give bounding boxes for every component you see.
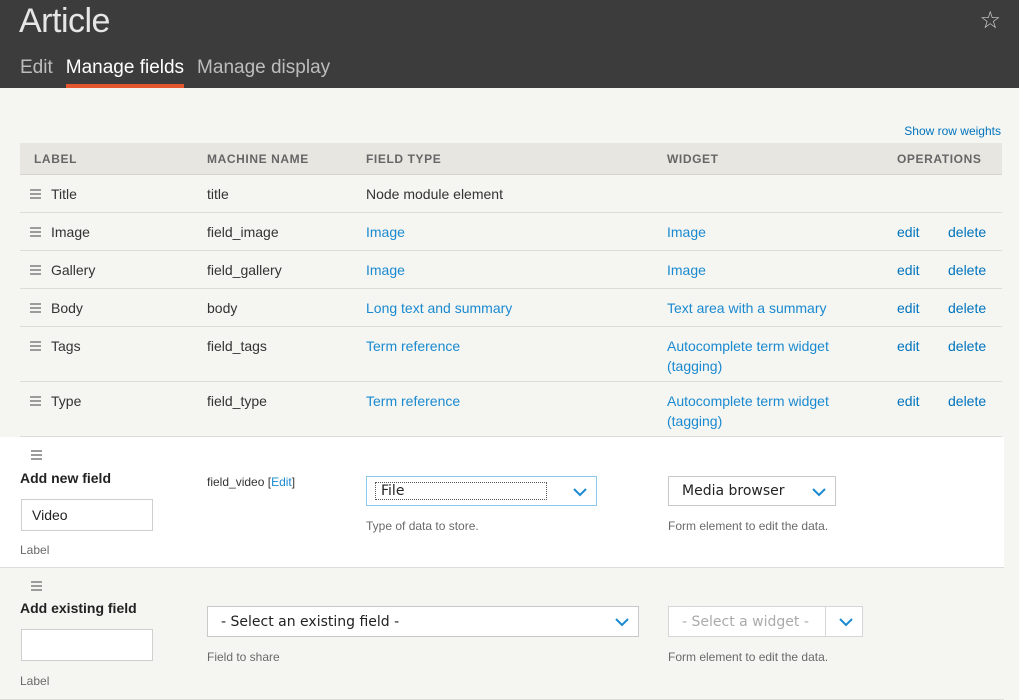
drag-handle-icon[interactable] — [31, 581, 42, 593]
delete-link[interactable]: delete — [948, 300, 986, 316]
edit-link[interactable]: edit — [897, 393, 920, 409]
column-header-field-type: FIELD TYPE — [366, 152, 442, 166]
existing-widget-select[interactable]: - Select a widget - — [668, 606, 863, 637]
edit-link[interactable]: edit — [897, 338, 920, 354]
field-type-select[interactable]: File — [366, 476, 597, 506]
delete-link[interactable]: delete — [948, 262, 986, 278]
widget-caption: Form element to edit the data. — [668, 519, 829, 533]
chevron-down-icon — [839, 618, 853, 627]
tab-edit[interactable]: Edit — [20, 57, 53, 88]
existing-widget-select-value: - Select a widget - — [682, 614, 809, 630]
new-field-label-caption: Label — [20, 543, 50, 557]
delete-link[interactable]: delete — [948, 393, 986, 409]
drag-handle-icon[interactable] — [31, 450, 42, 462]
chevron-down-icon — [615, 618, 629, 627]
chevron-down-icon — [812, 488, 826, 497]
tab-bar: Edit Manage fields Manage display — [20, 57, 343, 88]
add-new-field-title: Add new field — [20, 470, 111, 486]
field-label: Tags — [51, 338, 81, 354]
column-header-operations: OPERATIONS — [897, 152, 982, 166]
tab-manage-fields[interactable]: Manage fields — [65, 57, 185, 88]
field-type-select-value: File — [381, 483, 405, 499]
table-row: Body body Long text and summary Text are… — [20, 289, 1002, 327]
delete-link[interactable]: delete — [948, 224, 986, 240]
field-type-link[interactable]: Image — [366, 262, 405, 278]
page-header: Article ☆ Edit Manage fields Manage disp… — [0, 0, 1019, 88]
field-label: Gallery — [51, 262, 96, 278]
table-header: LABEL MACHINE NAME FIELD TYPE WIDGET OPE… — [20, 143, 1002, 175]
table-row: Tags field_tags Term reference Autocompl… — [20, 327, 1002, 382]
table-row: Title title Node module element — [20, 175, 1002, 213]
new-field-machine-name: field_video [Edit] — [207, 475, 295, 489]
field-label: Body — [51, 300, 83, 316]
drag-handle-icon[interactable] — [30, 396, 41, 408]
add-existing-field-row: Add existing field Label - Select an exi… — [0, 568, 1004, 700]
field-label: Title — [51, 186, 77, 202]
field-type-caption: Type of data to store. — [366, 519, 479, 533]
edit-link[interactable]: edit — [897, 224, 920, 240]
machine-name-edit-link[interactable]: Edit — [271, 475, 292, 489]
widget-link[interactable]: Autocomplete term widget — [667, 338, 829, 354]
select-divider — [825, 607, 826, 636]
show-row-weights-link[interactable]: Show row weights — [904, 124, 1001, 138]
widget-link[interactable]: Image — [667, 224, 706, 240]
edit-link[interactable]: edit — [897, 300, 920, 316]
field-label: Type — [51, 393, 82, 409]
widget-link[interactable]: Text area with a summary — [667, 300, 827, 316]
machine-name: field_image — [207, 224, 279, 240]
machine-name: field_tags — [207, 338, 267, 354]
machine-name: field_type — [207, 393, 267, 409]
column-header-machine-name: MACHINE NAME — [207, 152, 309, 166]
edit-link[interactable]: edit — [897, 262, 920, 278]
add-new-field-row: Add new field Label field_video [Edit] F… — [0, 437, 1004, 568]
table-row: Gallery field_gallery Image Image edit d… — [20, 251, 1002, 289]
field-label: Image — [51, 224, 90, 240]
machine-name: title — [207, 186, 229, 202]
field-type-link[interactable]: Term reference — [366, 393, 460, 409]
add-existing-field-title: Add existing field — [20, 600, 137, 616]
column-header-widget: WIDGET — [667, 152, 719, 166]
existing-field-label-caption: Label — [20, 674, 50, 688]
existing-field-select-value: - Select an existing field - — [221, 614, 400, 630]
widget-link[interactable]: Autocomplete term widget — [667, 393, 829, 409]
star-icon[interactable]: ☆ — [979, 6, 1001, 34]
column-header-label: LABEL — [34, 152, 77, 166]
machine-name-value: field_video — [207, 475, 265, 489]
page-title: Article — [19, 2, 110, 40]
fields-table: LABEL MACHINE NAME FIELD TYPE WIDGET OPE… — [20, 143, 1002, 437]
drag-handle-icon[interactable] — [30, 265, 41, 277]
chevron-down-icon — [573, 488, 587, 497]
delete-link[interactable]: delete — [948, 338, 986, 354]
drag-handle-icon[interactable] — [30, 341, 41, 353]
field-type-link[interactable]: Long text and summary — [366, 300, 512, 316]
drag-handle-icon[interactable] — [30, 227, 41, 239]
bracket-close: ] — [291, 475, 296, 489]
existing-field-caption: Field to share — [207, 650, 280, 664]
machine-name: field_gallery — [207, 262, 282, 278]
existing-widget-caption: Form element to edit the data. — [668, 650, 829, 664]
new-field-label-input[interactable] — [21, 499, 153, 531]
widget-select[interactable]: Media browser — [668, 476, 836, 506]
tab-manage-display[interactable]: Manage display — [197, 57, 330, 88]
existing-field-select[interactable]: - Select an existing field - — [207, 606, 639, 637]
field-type-link[interactable]: Term reference — [366, 338, 460, 354]
drag-handle-icon[interactable] — [30, 303, 41, 315]
widget-link-line2[interactable]: (tagging) — [667, 358, 722, 374]
field-type-link[interactable]: Image — [366, 224, 405, 240]
field-type: Node module element — [366, 186, 503, 202]
table-row: Type field_type Term reference Autocompl… — [20, 382, 1002, 437]
widget-select-value: Media browser — [682, 483, 785, 499]
drag-handle-icon[interactable] — [30, 189, 41, 201]
table-row: Image field_image Image Image edit delet… — [20, 213, 1002, 251]
widget-link[interactable]: Image — [667, 262, 706, 278]
existing-field-label-input[interactable] — [21, 629, 153, 661]
machine-name: body — [207, 300, 238, 316]
widget-link-line2[interactable]: (tagging) — [667, 413, 722, 429]
